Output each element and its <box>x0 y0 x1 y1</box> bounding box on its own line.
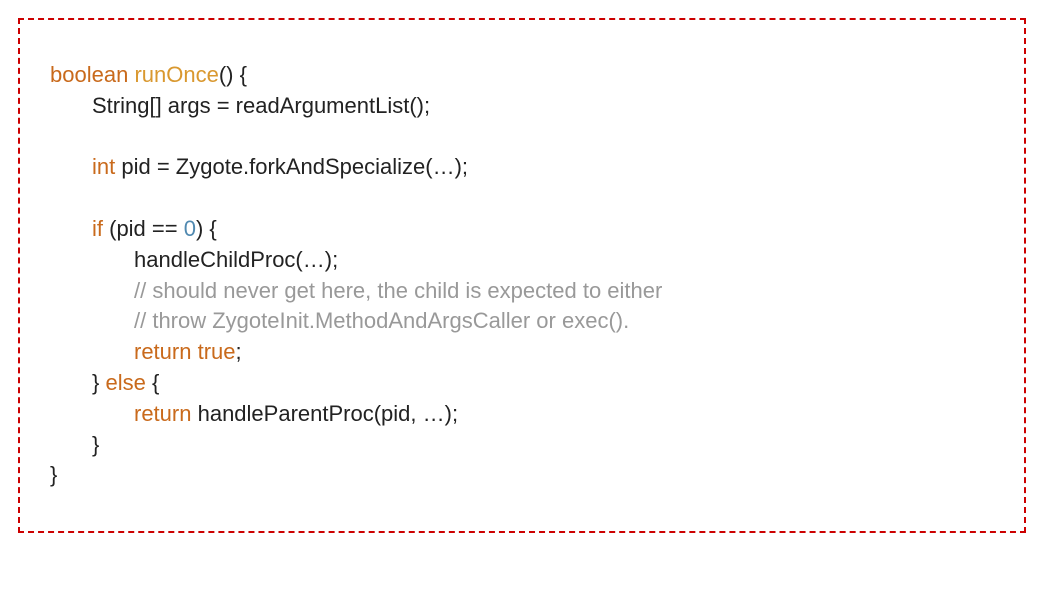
code-text: handleParentProc(pid, …); <box>191 401 458 426</box>
code-text: } <box>50 462 57 487</box>
method-name: runOnce <box>134 62 218 87</box>
code-line: } <box>50 460 994 491</box>
code-line: } <box>50 430 994 461</box>
code-text: } <box>92 432 99 457</box>
code-line: return true; <box>50 337 994 368</box>
code-text: { <box>146 370 159 395</box>
code-line: if (pid == 0) { <box>50 214 994 245</box>
keyword-boolean: boolean <box>50 62 128 87</box>
comment: // throw ZygoteInit.MethodAndArgsCaller … <box>134 308 629 333</box>
code-text: pid = Zygote.forkAndSpecialize(…); <box>115 154 468 179</box>
keyword-if: if <box>92 216 103 241</box>
code-line: int pid = Zygote.forkAndSpecialize(…); <box>50 152 994 183</box>
keyword-return: return <box>134 339 191 364</box>
code-text: } <box>92 370 105 395</box>
code-line: handleChildProc(…); <box>50 245 994 276</box>
code-line: boolean runOnce() { <box>50 60 994 91</box>
code-text: ; <box>236 339 242 364</box>
code-text: ) { <box>196 216 217 241</box>
number-literal: 0 <box>184 216 196 241</box>
literal-true: true <box>198 339 236 364</box>
code-text: String[] args = readArgumentList(); <box>92 93 430 118</box>
keyword-else: else <box>105 370 145 395</box>
comment: // should never get here, the child is e… <box>134 278 662 303</box>
code-line: // throw ZygoteInit.MethodAndArgsCaller … <box>50 306 994 337</box>
keyword-int: int <box>92 154 115 179</box>
code-line: } else { <box>50 368 994 399</box>
blank-line <box>50 122 994 153</box>
code-line: // should never get here, the child is e… <box>50 276 994 307</box>
code-text: () { <box>219 62 247 87</box>
code-snippet-box: boolean runOnce() { String[] args = read… <box>18 18 1026 533</box>
blank-line <box>50 183 994 214</box>
code-text: handleChildProc(…); <box>134 247 338 272</box>
code-text: (pid == <box>103 216 184 241</box>
code-line: return handleParentProc(pid, …); <box>50 399 994 430</box>
code-line: String[] args = readArgumentList(); <box>50 91 994 122</box>
keyword-return: return <box>134 401 191 426</box>
